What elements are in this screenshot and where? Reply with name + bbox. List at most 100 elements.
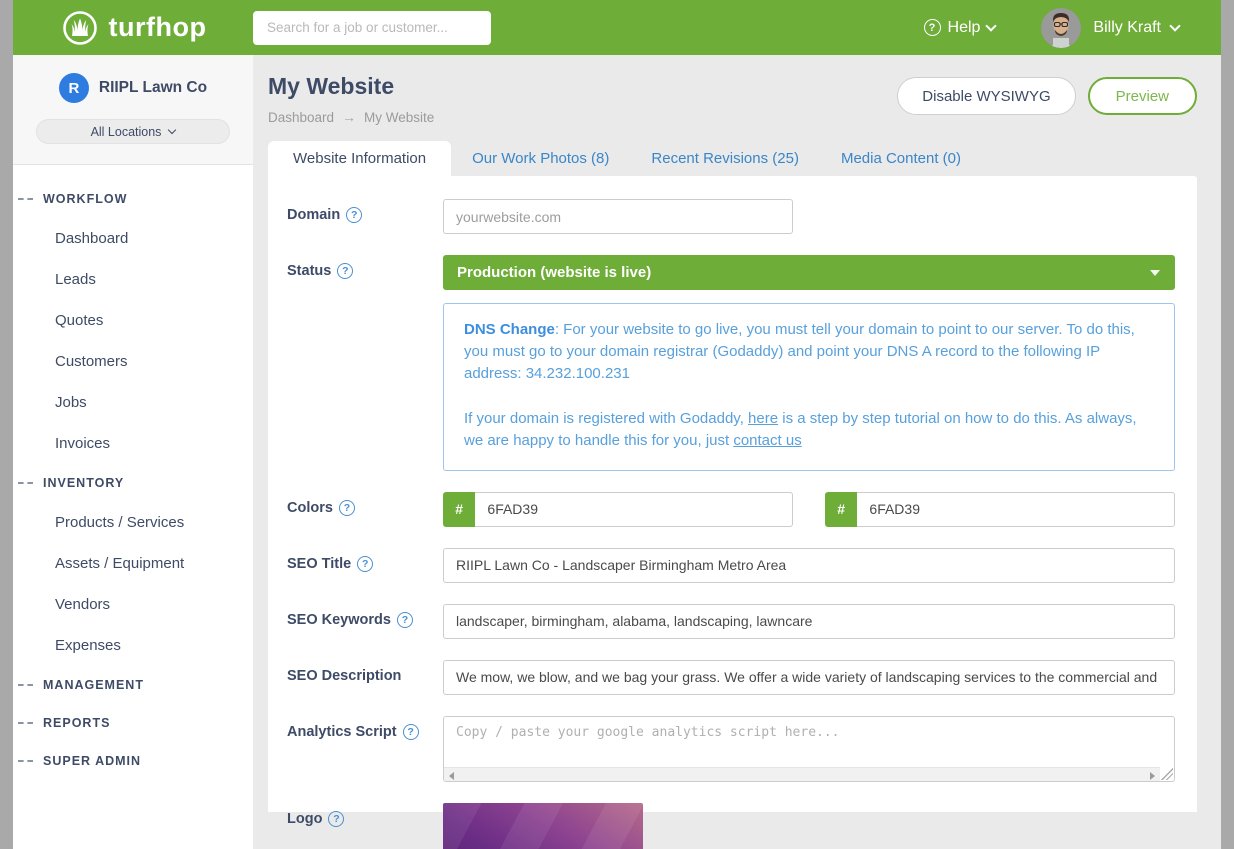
global-search-input[interactable]	[253, 11, 491, 45]
dashes-icon	[18, 198, 33, 200]
hash-prefix: #	[825, 492, 857, 527]
dns-change-notice: DNS Change: For your website to go live,…	[443, 303, 1175, 471]
tutorial-link[interactable]: here	[748, 410, 778, 427]
page-title: My Website	[268, 73, 434, 100]
seo-title-label: SEO Title	[287, 556, 351, 572]
tab-recent-revisions[interactable]: Recent Revisions (25)	[630, 141, 820, 176]
chevron-down-icon	[1169, 20, 1180, 31]
sidebar-item-vendors[interactable]: Vendors	[13, 584, 253, 625]
contact-us-link[interactable]: contact us	[733, 432, 801, 449]
sidebar-section-inventory[interactable]: INVENTORY	[13, 464, 253, 502]
seo-description-input[interactable]	[443, 660, 1175, 695]
sidebar: R RIIPL Lawn Co All Locations WORKFLOW D…	[13, 55, 253, 849]
logo-help-icon[interactable]: ?	[328, 811, 344, 827]
breadcrumb-arrow-icon: →	[342, 109, 356, 125]
status-select[interactable]: Production (website is live)	[443, 255, 1175, 290]
dns-notice-body: : For your website to go live, you must …	[464, 321, 1135, 382]
domain-input[interactable]	[443, 199, 793, 234]
help-label: Help	[948, 19, 981, 37]
chevron-down-icon	[168, 126, 176, 134]
sidebar-section-super-admin[interactable]: SUPER ADMIN	[13, 742, 253, 780]
tab-media-content[interactable]: Media Content (0)	[820, 141, 982, 176]
turfhop-grass-icon	[60, 8, 100, 48]
secondary-color-input[interactable]	[857, 492, 1175, 527]
analytics-help-icon[interactable]: ?	[403, 724, 419, 740]
colors-label: Colors	[287, 500, 333, 516]
company-avatar: R	[59, 73, 89, 103]
seo-keywords-help-icon[interactable]: ?	[397, 612, 413, 628]
website-information-panel: Domain ? Status ? Production (	[268, 176, 1197, 812]
user-menu[interactable]: Billy Kraft	[1093, 19, 1179, 37]
logo-row: Logo ?	[287, 803, 1175, 849]
logo-image[interactable]	[443, 803, 643, 849]
tab-our-work-photos[interactable]: Our Work Photos (8)	[451, 141, 630, 176]
dashes-icon	[18, 482, 33, 484]
analytics-script-label: Analytics Script	[287, 724, 397, 740]
dashes-icon	[18, 760, 33, 762]
seo-title-input[interactable]	[443, 548, 1175, 583]
tab-bar: Website Information Our Work Photos (8) …	[268, 141, 1197, 176]
breadcrumb-current: My Website	[364, 110, 434, 125]
seo-title-row: SEO Title ?	[287, 548, 1175, 583]
sidebar-section-workflow[interactable]: WORKFLOW	[13, 180, 253, 218]
breadcrumb-dashboard[interactable]: Dashboard	[268, 110, 334, 125]
status-label: Status	[287, 263, 331, 279]
colors-help-icon[interactable]: ?	[339, 500, 355, 516]
analytics-script-row: Analytics Script ?	[287, 716, 1175, 782]
sidebar-item-invoices[interactable]: Invoices	[13, 423, 253, 464]
scroll-right-icon[interactable]	[1150, 772, 1155, 780]
status-help-icon[interactable]: ?	[337, 263, 353, 279]
dashes-icon	[18, 684, 33, 686]
sidebar-section-management[interactable]: MANAGEMENT	[13, 666, 253, 704]
locations-dropdown[interactable]: All Locations	[36, 119, 230, 144]
help-menu[interactable]: ? Help	[924, 19, 996, 37]
user-avatar[interactable]	[1041, 8, 1081, 48]
primary-color-field: #	[443, 492, 793, 527]
chevron-down-icon	[986, 20, 997, 31]
sidebar-item-dashboard[interactable]: Dashboard	[13, 218, 253, 259]
user-name: Billy Kraft	[1093, 19, 1161, 37]
help-icon: ?	[924, 19, 941, 36]
locations-label: All Locations	[91, 125, 162, 139]
disable-wysiwyg-button[interactable]: Disable WYSIWYG	[897, 77, 1075, 115]
seo-keywords-row: SEO Keywords ?	[287, 604, 1175, 639]
domain-help-icon[interactable]: ?	[346, 207, 362, 223]
sidebar-item-quotes[interactable]: Quotes	[13, 300, 253, 341]
domain-label: Domain	[287, 207, 340, 223]
dns-notice-title: DNS Change	[464, 321, 555, 338]
left-scrollbar[interactable]	[0, 0, 13, 849]
analytics-script-field	[443, 716, 1175, 782]
sidebar-company-block: R RIIPL Lawn Co All Locations	[13, 55, 253, 165]
company-name: RIIPL Lawn Co	[99, 79, 207, 97]
logo-label: Logo	[287, 811, 322, 827]
sidebar-item-products-services[interactable]: Products / Services	[13, 502, 253, 543]
right-scrollbar[interactable]	[1221, 0, 1234, 849]
sidebar-section-reports[interactable]: REPORTS	[13, 704, 253, 742]
sidebar-item-jobs[interactable]: Jobs	[13, 382, 253, 423]
sidebar-item-leads[interactable]: Leads	[13, 259, 253, 300]
hash-prefix: #	[443, 492, 475, 527]
sidebar-item-expenses[interactable]: Expenses	[13, 625, 253, 666]
seo-description-row: SEO Description	[287, 660, 1175, 695]
resize-grip-icon[interactable]	[1161, 768, 1173, 780]
primary-color-input[interactable]	[475, 492, 793, 527]
app-window: turfhop ? Help	[13, 0, 1221, 849]
sidebar-item-assets-equipment[interactable]: Assets / Equipment	[13, 543, 253, 584]
analytics-script-textarea[interactable]	[444, 717, 1174, 767]
main-content: My Website Dashboard → My Website Disabl…	[253, 55, 1221, 849]
preview-button[interactable]: Preview	[1088, 77, 1197, 115]
sidebar-item-customers[interactable]: Customers	[13, 341, 253, 382]
textarea-horizontal-scrollbar[interactable]	[444, 767, 1160, 781]
sidebar-nav: WORKFLOW Dashboard Leads Quotes Customer…	[13, 165, 253, 780]
tab-website-information[interactable]: Website Information	[268, 141, 451, 176]
status-row: Status ? Production (website is live) DN…	[287, 255, 1175, 471]
app-logo-text: turfhop	[109, 12, 207, 43]
scroll-left-icon[interactable]	[449, 772, 454, 780]
dashes-icon	[18, 722, 33, 724]
app-logo[interactable]: turfhop	[13, 8, 253, 48]
domain-row: Domain ?	[287, 199, 1175, 234]
seo-title-help-icon[interactable]: ?	[357, 556, 373, 572]
seo-description-label: SEO Description	[287, 668, 401, 684]
seo-keywords-input[interactable]	[443, 604, 1175, 639]
caret-down-icon	[1150, 270, 1160, 276]
